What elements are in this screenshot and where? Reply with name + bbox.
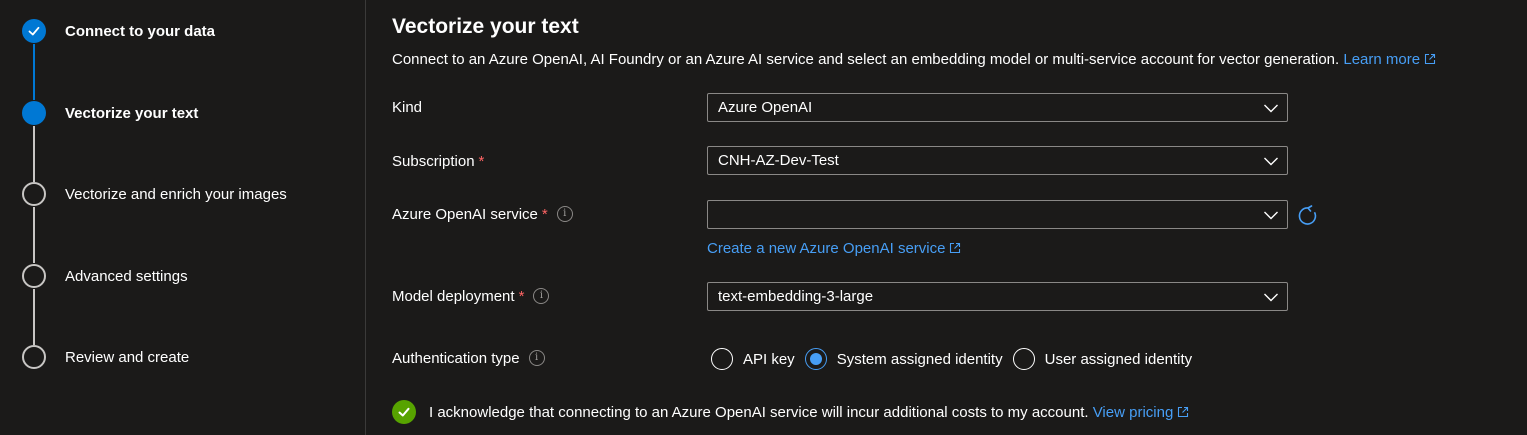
openai-service-dropdown[interactable] — [707, 200, 1288, 229]
chevron-down-icon — [1264, 293, 1278, 302]
radio-button[interactable] — [1012, 348, 1035, 370]
pending-step-icon — [22, 264, 46, 288]
subscription-label: Subscription * — [392, 151, 484, 171]
step-label: Advanced settings — [65, 267, 188, 285]
step-label: Vectorize your text — [65, 104, 199, 122]
create-link-label: Create a new Azure OpenAI service — [707, 240, 946, 257]
kind-dropdown[interactable]: Azure OpenAI — [707, 93, 1288, 122]
radio-system-assigned-identity[interactable]: System assigned identity — [804, 348, 1003, 370]
radio-user-assigned-identity[interactable]: User assigned identity — [1012, 348, 1193, 370]
check-icon[interactable] — [392, 400, 416, 424]
wizard-stepper: Connect to your data Vectorize your text… — [0, 0, 366, 435]
main-panel: Vectorize your text Connect to an Azure … — [367, 0, 1527, 435]
pending-step-icon — [22, 182, 46, 206]
view-pricing-link[interactable]: View pricing — [1093, 404, 1190, 421]
openai-service-label: Azure OpenAI service * i — [392, 204, 573, 224]
pending-step-icon — [22, 345, 46, 369]
step-connector — [33, 44, 35, 100]
info-icon[interactable]: i — [556, 206, 573, 222]
refresh-icon[interactable] — [1297, 205, 1319, 227]
radio-label: System assigned identity — [836, 350, 1003, 368]
model-deployment-label: Model deployment * i — [392, 286, 550, 306]
description-text: Connect to an Azure OpenAI, AI Foundry o… — [392, 51, 1340, 68]
step-label: Connect to your data — [65, 22, 216, 40]
radio-api-key[interactable]: API key — [711, 348, 795, 370]
check-icon — [22, 19, 46, 43]
radio-label: User assigned identity — [1044, 350, 1193, 368]
external-link-icon — [1425, 53, 1436, 65]
model-deployment-dropdown[interactable]: text-embedding-3-large — [707, 282, 1288, 311]
learn-more-link[interactable]: Learn more — [1343, 51, 1436, 68]
step-connector — [33, 289, 35, 345]
chevron-down-icon — [1264, 104, 1278, 113]
kind-label: Kind — [392, 97, 422, 117]
auth-type-radio-group: API key System assigned identity User as… — [711, 346, 1202, 372]
acknowledgement-checkbox[interactable]: I acknowledge that connecting to an Azur… — [392, 400, 1189, 424]
kind-label-text: Kind — [392, 98, 423, 116]
auth-type-label-text: Authentication type — [392, 349, 520, 367]
chevron-down-icon — [1264, 157, 1278, 166]
kind-value: Azure OpenAI — [718, 99, 813, 116]
step-label: Vectorize and enrich your images — [65, 185, 287, 203]
page-description: Connect to an Azure OpenAI, AI Foundry o… — [392, 51, 1436, 68]
acknowledgement-text: I acknowledge that connecting to an Azur… — [429, 403, 1089, 421]
subscription-label-text: Subscription — [392, 152, 475, 170]
model-deployment-label-text: Model deployment — [392, 287, 515, 305]
openai-service-label-text: Azure OpenAI service — [392, 205, 538, 223]
info-icon[interactable]: i — [533, 288, 550, 304]
required-marker: * — [541, 205, 548, 223]
step-connector — [33, 207, 35, 263]
create-openai-service-link[interactable]: Create a new Azure OpenAI service — [707, 240, 961, 257]
radio-label: API key — [743, 350, 795, 368]
subscription-value: CNH-AZ-Dev-Test — [718, 152, 839, 169]
external-link-icon — [950, 242, 961, 254]
external-link-icon — [1178, 406, 1189, 417]
learn-more-label: Learn more — [1343, 51, 1421, 68]
required-marker: * — [518, 287, 525, 305]
radio-button[interactable] — [711, 348, 733, 370]
step-connector — [33, 126, 35, 182]
subscription-dropdown[interactable]: CNH-AZ-Dev-Test — [707, 146, 1288, 175]
chevron-down-icon — [1264, 211, 1278, 220]
radio-selected-dot — [809, 353, 822, 365]
view-pricing-label: View pricing — [1092, 403, 1174, 421]
page-title: Vectorize your text — [392, 15, 579, 38]
info-icon[interactable]: i — [528, 350, 545, 366]
step-label: Review and create — [65, 348, 190, 366]
auth-type-label: Authentication type i — [392, 348, 545, 368]
current-step-icon — [22, 101, 46, 125]
radio-button[interactable] — [804, 348, 827, 370]
required-marker: * — [478, 152, 485, 170]
model-deployment-value: text-embedding-3-large — [718, 288, 874, 305]
